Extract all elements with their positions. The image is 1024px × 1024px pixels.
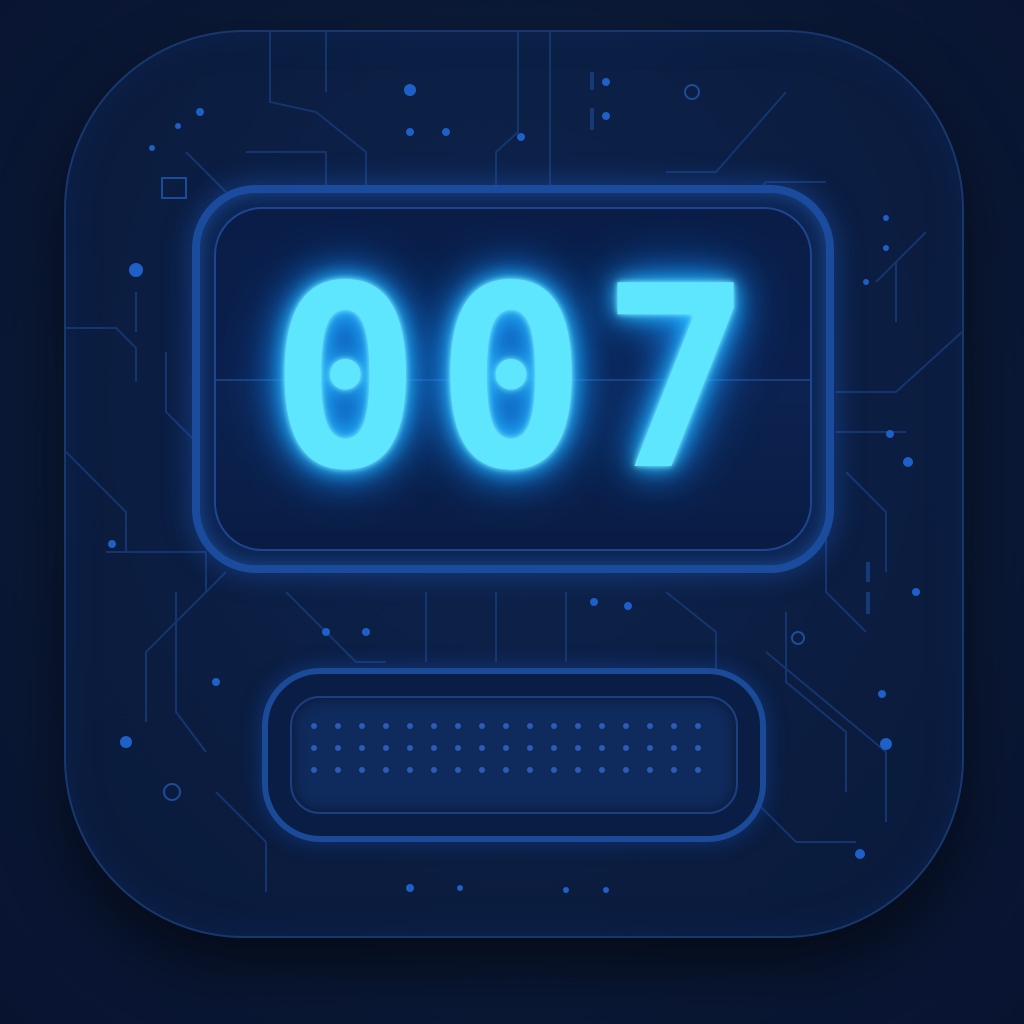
grille-dot — [383, 767, 389, 773]
grille-dot — [647, 745, 653, 751]
grille-dot — [623, 723, 629, 729]
grille-dot — [575, 767, 581, 773]
counter-value: 007 — [269, 232, 767, 526]
grille-dot — [455, 723, 461, 729]
grille-dot — [311, 723, 317, 729]
counter-display: 007 — [192, 185, 834, 573]
grille-dot — [311, 767, 317, 773]
grille-dot — [527, 767, 533, 773]
grille-dot — [575, 745, 581, 751]
grille-dot — [623, 745, 629, 751]
grille-dot — [527, 745, 533, 751]
grille-dot — [335, 767, 341, 773]
grille-dot — [503, 745, 509, 751]
grille-dot — [431, 745, 437, 751]
grille-dot — [599, 745, 605, 751]
grille-dot — [479, 723, 485, 729]
speaker-grille-icon — [290, 696, 738, 814]
grille-dot — [695, 723, 701, 729]
grille-dot — [431, 767, 437, 773]
grille-dot — [527, 723, 533, 729]
grille-dot — [383, 723, 389, 729]
grille-dot — [575, 723, 581, 729]
grille-dot — [551, 767, 557, 773]
grille-dot — [647, 723, 653, 729]
grille-dot — [623, 767, 629, 773]
counter-app-icon[interactable]: 007 — [64, 30, 964, 938]
grille-dot — [407, 767, 413, 773]
background: 007 — [0, 0, 1024, 1024]
grille-dot — [383, 745, 389, 751]
grille-dot — [455, 767, 461, 773]
grille-dot — [551, 723, 557, 729]
grille-dot — [671, 767, 677, 773]
grille-dot — [335, 745, 341, 751]
grille-dot — [671, 745, 677, 751]
grille-dot — [695, 745, 701, 751]
grille-dot — [599, 767, 605, 773]
grille-dot — [695, 767, 701, 773]
grille-dot — [431, 723, 437, 729]
display-screen: 007 — [214, 207, 812, 551]
grille-dot — [407, 745, 413, 751]
grille-dot — [311, 745, 317, 751]
grille-dot — [359, 745, 365, 751]
grille-dot — [599, 723, 605, 729]
grille-dots — [311, 723, 701, 773]
grille-dot — [503, 767, 509, 773]
grille-dot — [359, 723, 365, 729]
grille-dot — [455, 745, 461, 751]
grille-dot — [551, 745, 557, 751]
grille-dot — [647, 767, 653, 773]
grille-dot — [671, 723, 677, 729]
grille-dot — [407, 723, 413, 729]
grille-dot — [479, 767, 485, 773]
grille-dot — [503, 723, 509, 729]
grille-dot — [359, 767, 365, 773]
speaker-panel[interactable] — [262, 668, 766, 842]
grille-dot — [335, 723, 341, 729]
grille-dot — [479, 745, 485, 751]
